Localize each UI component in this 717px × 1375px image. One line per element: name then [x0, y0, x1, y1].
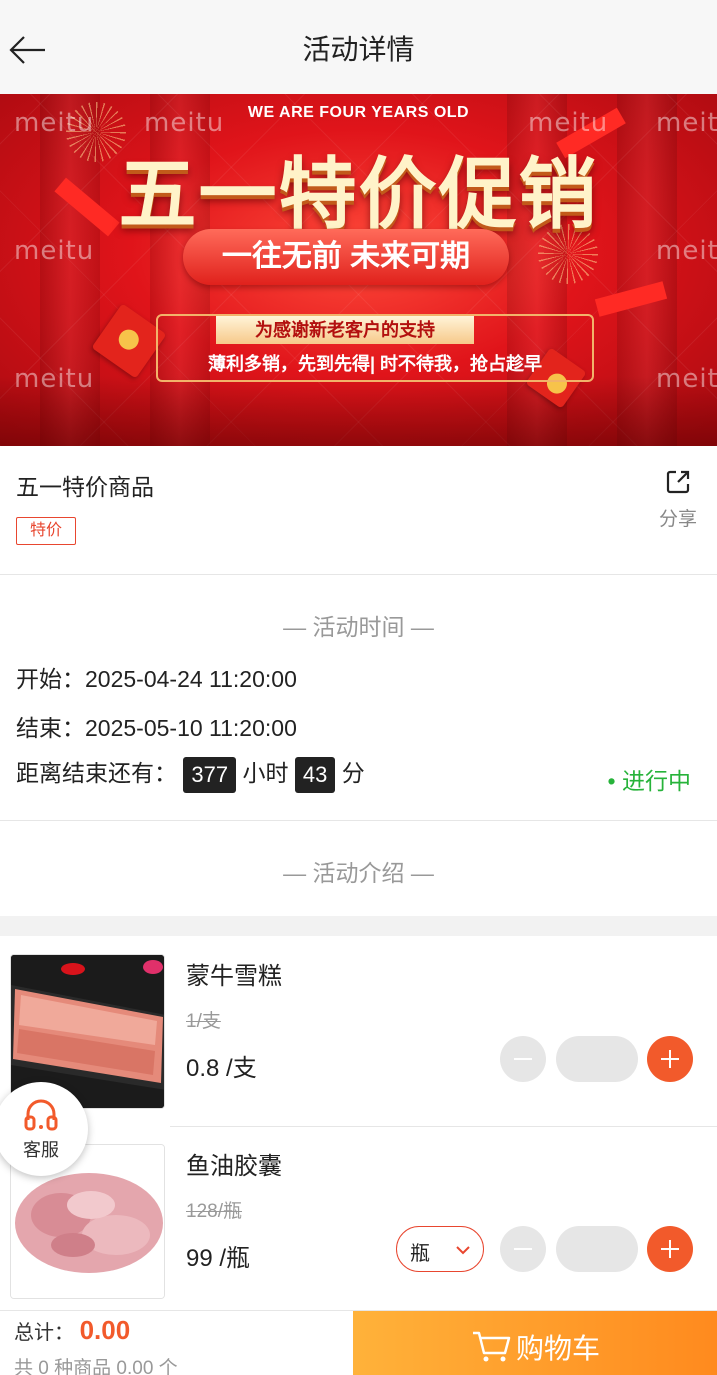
product-price: 0.8 /支	[186, 1055, 257, 1082]
product-name: 蒙牛雪糕	[186, 963, 282, 990]
increase-quantity-button[interactable]	[647, 1036, 693, 1082]
countdown-line: 距离结束还有： 377 小时 43 分	[16, 754, 365, 793]
start-time-line: 开始：2025-04-24 11:20:00	[16, 660, 297, 694]
activity-intro-title: — 活动介绍 —	[283, 860, 434, 886]
banner-eyebrow-text: WE ARE FOUR YEARS OLD	[247, 104, 470, 121]
countdown-minutes: 43	[294, 756, 336, 793]
page-title: 活动详情	[302, 34, 415, 65]
total-amount: 0.00	[79, 1315, 131, 1345]
end-label: 结束：	[16, 715, 85, 741]
start-label: 开始：	[16, 666, 85, 692]
end-time: 2025-05-10 11:20:00	[85, 715, 297, 741]
share-label: 分享	[658, 509, 697, 530]
activity-name: 五一特价商品	[16, 474, 154, 500]
customer-service-label: 客服	[23, 1140, 59, 1160]
customer-service-button[interactable]: 客服	[0, 1082, 88, 1176]
total-label: 总计：	[14, 1322, 74, 1344]
top-nav-bar: 活动详情	[0, 0, 717, 94]
chevron-down-icon	[456, 1246, 470, 1255]
banner-tag-text: 为感谢新老客户的支持	[216, 316, 474, 344]
hours-unit: 小时	[242, 760, 289, 786]
promo-banner: meitu meitu meitu meitu meitu meitu meit…	[0, 94, 717, 446]
banner-slogan-text: 薄利多销，先到先得| 时不待我，抢占趁早	[207, 354, 543, 374]
divider	[0, 574, 717, 575]
share-icon	[666, 470, 690, 494]
watermark: meitu	[14, 364, 95, 394]
shopping-cart-icon	[473, 1331, 511, 1362]
status-badge: • 进行中	[607, 768, 691, 794]
countdown-label: 距离结束还有：	[16, 760, 177, 786]
quantity-input[interactable]	[556, 1036, 638, 1082]
section-separator	[0, 916, 717, 936]
product-original-price: 128/瓶	[186, 1201, 242, 1222]
special-price-tag: 特价	[16, 517, 76, 545]
product-original-price: 1/支	[186, 1011, 221, 1032]
unit-select[interactable]: 瓶	[396, 1226, 484, 1272]
activity-time-title: — 活动时间 —	[283, 614, 434, 640]
increase-quantity-button[interactable]	[647, 1226, 693, 1272]
minutes-unit: 分	[341, 760, 365, 786]
product-name: 鱼油胶囊	[186, 1153, 282, 1180]
watermark: meitu	[656, 364, 717, 394]
divider	[0, 820, 717, 821]
decrease-quantity-button[interactable]	[500, 1226, 546, 1272]
decrease-quantity-button[interactable]	[500, 1036, 546, 1082]
banner-headline: 五一特价促销	[118, 150, 599, 240]
headset-icon	[24, 1099, 58, 1131]
countdown-hours: 377	[183, 756, 237, 793]
start-time: 2025-04-24 11:20:00	[85, 666, 297, 692]
quantity-input[interactable]	[556, 1226, 638, 1272]
banner-pill-text: 一往无前 未来可期	[183, 229, 509, 285]
cart-summary: 共 0 种商品 0.00 个	[14, 1358, 178, 1375]
bottom-bar: 总计： 0.00 共 0 种商品 0.00 个 购物车	[0, 1310, 717, 1375]
product-item[interactable]: 蒙牛雪糕 1/支 0.8 /支	[0, 936, 717, 1126]
total-line: 总计： 0.00	[14, 1315, 130, 1346]
share-button[interactable]: 分享	[650, 468, 706, 532]
cart-button[interactable]: 购物车	[353, 1311, 717, 1375]
end-time-line: 结束：2025-05-10 11:20:00	[16, 709, 297, 743]
cart-label: 购物车	[516, 1333, 601, 1364]
unit-select-value: 瓶	[410, 1243, 430, 1265]
product-price: 99 /瓶	[186, 1245, 251, 1272]
product-item[interactable]: 鱼油胶囊 128/瓶 99 /瓶 瓶	[0, 1126, 717, 1316]
